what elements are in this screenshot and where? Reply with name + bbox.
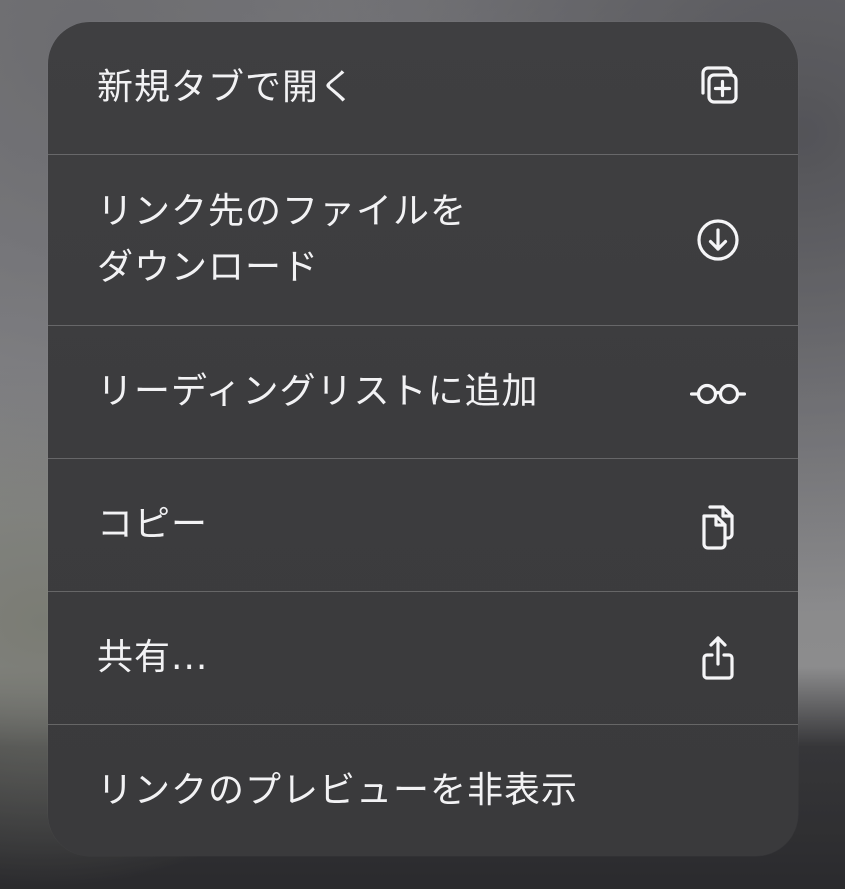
menu-item-label: リーディングリストに追加 (97, 371, 539, 412)
menu-item-copy[interactable]: コピー (48, 458, 798, 591)
menu-item-hide-link-preview[interactable]: リンクのプレビューを非表示 (48, 724, 798, 856)
menu-item-label: コピー (97, 504, 209, 545)
link-context-menu: 新規タブで開く リンク先のファイルを ダウンロード リーディングリストに追加 コ… (48, 22, 798, 856)
menu-item-label: 新規タブで開く (97, 67, 357, 108)
menu-item-label: リンクのプレビューを非表示 (97, 769, 579, 811)
menu-item-label: 共有... (97, 637, 209, 678)
share-icon (690, 630, 746, 686)
menu-item-open-in-new-tab[interactable]: 新規タブで開く (48, 22, 798, 154)
glasses-icon (690, 364, 746, 420)
menu-item-add-to-reading-list[interactable]: リーディングリストに追加 (48, 325, 798, 458)
menu-item-label-line-2: ダウンロード (97, 247, 320, 288)
new-tab-plus-icon (690, 60, 746, 116)
copy-documents-icon (690, 497, 746, 553)
menu-item-label: リンク先のファイルを ダウンロード (97, 184, 690, 296)
menu-item-label-line-1: リンク先のファイルを (97, 191, 468, 232)
menu-item-download-linked-file[interactable]: リンク先のファイルを ダウンロード (48, 154, 798, 325)
menu-item-share[interactable]: 共有... (48, 591, 798, 724)
download-circle-icon (690, 212, 746, 268)
